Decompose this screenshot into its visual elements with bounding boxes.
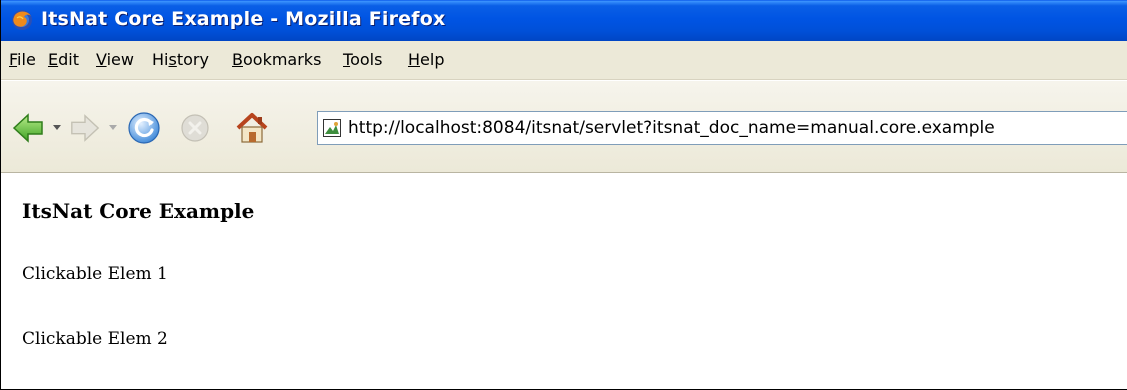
navigation-toolbar: http://localhost:8084/itsnat/servlet?its…	[1, 81, 1127, 173]
menu-history[interactable]: History	[152, 50, 209, 69]
menu-edit[interactable]: Edit	[48, 50, 79, 69]
url-bar[interactable]: http://localhost:8084/itsnat/servlet?its…	[317, 111, 1127, 145]
reload-icon[interactable]	[126, 110, 162, 146]
window-title: ItsNat Core Example - Mozilla Firefox	[41, 8, 446, 30]
menu-bookmarks[interactable]: Bookmarks	[232, 50, 321, 69]
menu-file[interactable]: File	[9, 50, 36, 69]
menu-tools[interactable]: Tools	[343, 50, 382, 69]
back-arrow-icon[interactable]	[11, 111, 45, 145]
forward-dropdown-icon[interactable]	[109, 125, 117, 130]
page-content: ItsNat Core Example Clickable Elem 1 Cli…	[2, 174, 1127, 389]
menu-view[interactable]: View	[96, 50, 134, 69]
browser-window: ItsNat Core Example - Mozilla Firefox Fi…	[0, 0, 1127, 390]
clickable-elem-2[interactable]: Clickable Elem 2	[22, 329, 168, 349]
back-dropdown-icon[interactable]	[53, 125, 61, 130]
page-heading: ItsNat Core Example	[22, 199, 255, 223]
title-bar[interactable]: ItsNat Core Example - Mozilla Firefox	[1, 0, 1127, 41]
clickable-elem-1[interactable]: Clickable Elem 1	[22, 264, 168, 284]
stop-icon[interactable]	[179, 112, 211, 144]
forward-arrow-icon[interactable]	[69, 112, 101, 144]
home-icon[interactable]	[233, 109, 271, 145]
firefox-logo-icon	[12, 10, 32, 30]
menu-bar: File Edit View History Bookmarks Tools H…	[1, 41, 1127, 80]
menu-help[interactable]: Help	[408, 50, 444, 69]
page-favicon-icon	[323, 119, 341, 137]
url-input[interactable]: http://localhost:8084/itsnat/servlet?its…	[348, 118, 995, 138]
